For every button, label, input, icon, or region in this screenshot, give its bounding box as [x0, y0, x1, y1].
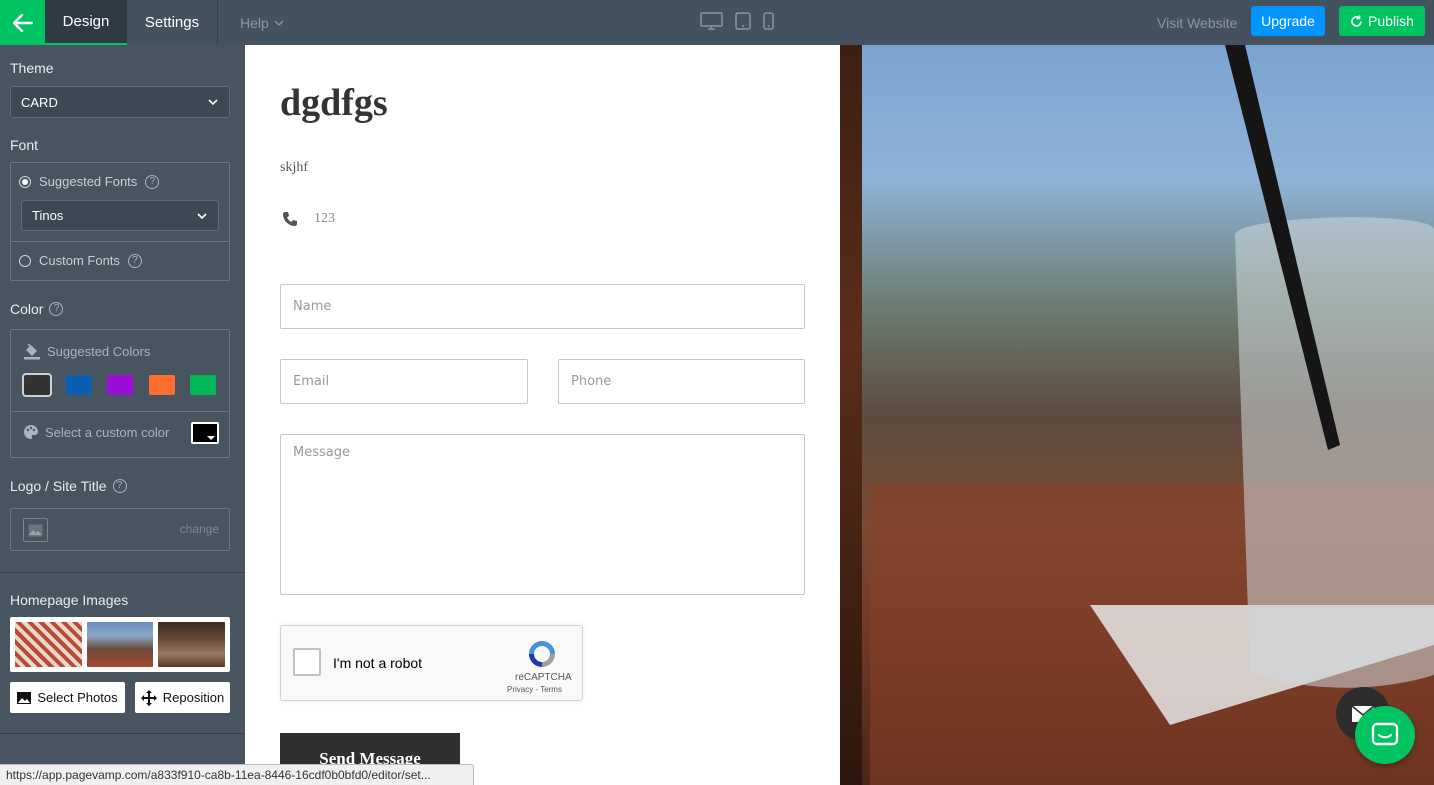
recaptcha-logo-icon: [529, 641, 555, 667]
phone-icon: [283, 212, 297, 226]
suggested-fonts-radio[interactable]: Suggested Fonts ?: [19, 174, 160, 189]
recaptcha-links[interactable]: Privacy - Terms: [507, 685, 562, 694]
radio-selected-icon: [19, 175, 31, 188]
recaptcha-widget: I'm not a robot reCAPTCHA Privacy - Term…: [280, 625, 583, 701]
theme-select[interactable]: CARD: [10, 86, 230, 118]
site-subtitle[interactable]: skjhf: [280, 160, 308, 176]
select-photos-label: Select Photos: [37, 690, 118, 705]
tab-settings[interactable]: Settings: [127, 0, 218, 45]
color-label: Color ?: [10, 301, 64, 317]
reposition-label: Reposition: [162, 690, 225, 705]
mobile-icon[interactable]: [763, 12, 774, 30]
custom-color-option[interactable]: Select a custom color: [23, 424, 169, 440]
phone-field[interactable]: Phone: [558, 359, 805, 404]
swatch-dark[interactable]: [22, 373, 52, 397]
swatch-blue[interactable]: [66, 375, 92, 395]
palette-icon: [24, 425, 38, 439]
paint-bucket-icon: [24, 343, 40, 360]
divider: [11, 411, 229, 412]
move-icon: [140, 689, 157, 706]
device-switcher: [700, 12, 774, 30]
logo-label-text: Logo / Site Title: [10, 478, 107, 494]
top-bar: Design Settings Help Visit Website Upgra…: [0, 0, 1434, 45]
site-preview: dgdfgs skjhf 123 Name Email Phone Messag…: [245, 45, 840, 785]
logo-label: Logo / Site Title ?: [10, 478, 127, 494]
custom-fonts-radio[interactable]: Custom Fonts ?: [19, 253, 142, 268]
theme-label: Theme: [10, 60, 54, 76]
image-icon: [17, 691, 32, 704]
email-field[interactable]: Email: [280, 359, 528, 404]
homepage-images-label: Homepage Images: [10, 592, 129, 608]
thumbnail-2[interactable]: [86, 622, 154, 667]
arrow-left-icon: [12, 13, 33, 32]
publish-button[interactable]: Publish: [1339, 6, 1425, 36]
logo-change-link[interactable]: change: [180, 522, 219, 536]
divider: [11, 241, 229, 242]
chevron-down-icon: [197, 212, 207, 219]
upgrade-button[interactable]: Upgrade: [1251, 6, 1325, 36]
swatch-purple[interactable]: [107, 375, 133, 395]
help-icon[interactable]: ?: [49, 302, 64, 316]
chevron-down-icon: [274, 19, 284, 26]
font-select[interactable]: Tinos: [21, 200, 219, 231]
color-panel: Suggested Colors Select a custom color: [10, 329, 230, 458]
hero-photo: [840, 45, 1434, 785]
image-placeholder-icon: [23, 518, 48, 542]
thumbnail-3[interactable]: [158, 622, 226, 667]
swatch-orange[interactable]: [149, 375, 175, 395]
tab-design[interactable]: Design: [45, 0, 127, 45]
reposition-button[interactable]: Reposition: [135, 682, 230, 713]
thumbnail-1[interactable]: [15, 622, 82, 667]
refresh-icon: [1351, 15, 1362, 27]
name-field[interactable]: Name: [280, 284, 805, 329]
color-picker[interactable]: [191, 422, 219, 444]
homepage-image-thumbnails: [10, 617, 230, 672]
custom-color-label: Select a custom color: [45, 424, 170, 440]
radio-empty-icon: [19, 254, 31, 267]
font-value: Tinos: [32, 208, 64, 223]
phone-row: 123: [282, 211, 335, 227]
suggested-fonts-label: Suggested Fonts: [39, 174, 138, 189]
logo-upload[interactable]: change: [10, 508, 230, 551]
chat-icon: [1371, 722, 1399, 746]
phone-number[interactable]: 123: [314, 211, 335, 227]
swatch-green[interactable]: [190, 375, 216, 395]
theme-value: CARD: [21, 94, 58, 110]
desktop-icon[interactable]: [700, 12, 723, 30]
separator: [0, 572, 245, 573]
help-menu[interactable]: Help: [240, 0, 285, 45]
help-icon[interactable]: ?: [127, 253, 142, 268]
suggested-colors-label: Suggested Colors: [47, 343, 151, 359]
help-label: Help: [240, 14, 269, 31]
color-label-text: Color: [10, 301, 44, 317]
recaptcha-label: I'm not a robot: [333, 655, 423, 671]
glass-photo-shape: [870, 45, 1434, 785]
publish-label: Publish: [1368, 13, 1414, 29]
visit-website-link[interactable]: Visit Website: [1157, 0, 1237, 45]
back-button[interactable]: [0, 0, 45, 45]
help-icon[interactable]: ?: [112, 479, 127, 493]
recaptcha-brand: reCAPTCHA: [515, 672, 572, 683]
suggested-colors-header: Suggested Colors: [23, 342, 150, 360]
font-panel: Suggested Fonts ? Tinos Custom Fonts ?: [10, 162, 230, 281]
chevron-down-icon: [208, 99, 218, 106]
browser-status-url: https://app.pagevamp.com/a833f910-ca8b-1…: [0, 764, 474, 785]
design-sidebar: Theme CARD Font Suggested Fonts ? Tinos …: [0, 45, 245, 785]
tablet-icon[interactable]: [735, 12, 751, 30]
site-title[interactable]: dgdfgs: [280, 81, 388, 125]
recaptcha-checkbox[interactable]: [293, 648, 321, 676]
separator: [0, 733, 245, 734]
custom-fonts-label: Custom Fonts: [39, 253, 120, 268]
chat-widget-button[interactable]: [1355, 706, 1415, 764]
help-icon[interactable]: ?: [145, 174, 160, 189]
message-field[interactable]: Message: [280, 434, 805, 595]
select-photos-button[interactable]: Select Photos: [10, 682, 125, 713]
font-label: Font: [10, 137, 39, 153]
